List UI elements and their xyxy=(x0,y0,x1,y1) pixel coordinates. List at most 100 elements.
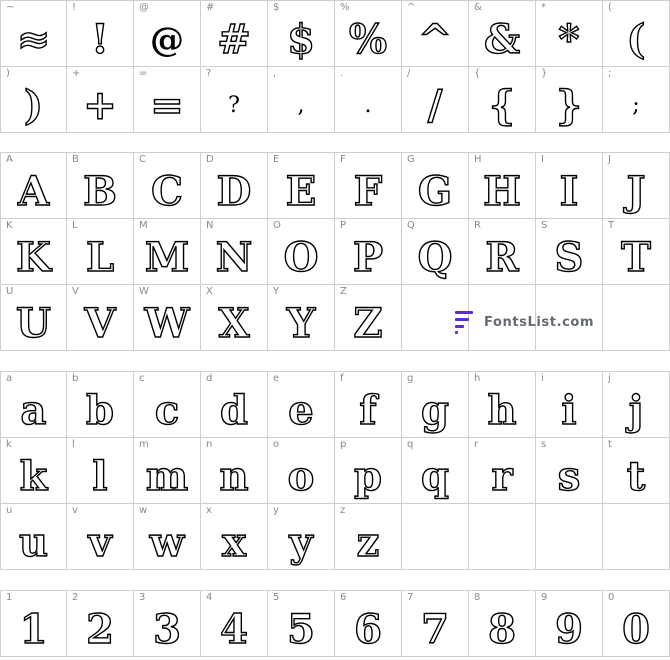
glyph-sample: A xyxy=(17,167,50,215)
glyph-cell: 88 xyxy=(469,591,536,657)
glyph-cell: = = xyxy=(134,67,201,133)
glyph-key-label: ( xyxy=(608,2,612,13)
glyph-key-label: ^ xyxy=(407,2,416,13)
glyph-sample: g xyxy=(420,386,449,434)
glyph-key-label: v xyxy=(72,505,78,516)
glyph-sample: * xyxy=(558,15,580,63)
glyph-key-label: = xyxy=(139,68,148,79)
glyph-sample: 2 xyxy=(85,605,114,653)
glyph-key-label: O xyxy=(273,220,281,231)
glyph-cell: 11 xyxy=(0,591,67,657)
glyph-cell: / / xyxy=(402,67,469,133)
glyph-key-label: k xyxy=(6,439,12,450)
glyph-key-label: ! xyxy=(72,2,77,13)
glyph-key-label: 6 xyxy=(340,592,347,603)
glyph-sample: W xyxy=(144,299,190,347)
glyph-cell: zz xyxy=(335,504,402,570)
glyph-cell: bb xyxy=(67,372,134,438)
glyph-cell: II xyxy=(536,153,603,219)
glyph-cell: }} xyxy=(536,67,603,133)
glyph-cell: YY xyxy=(268,285,335,351)
glyph-key-label: V xyxy=(72,286,79,297)
glyph-key-label: x xyxy=(206,505,212,516)
glyph-cell: nn xyxy=(201,438,268,504)
glyph-cell xyxy=(469,504,536,570)
glyph-cell: AA xyxy=(0,153,67,219)
glyph-cell: NN xyxy=(201,219,268,285)
glyph-cell: ss xyxy=(536,438,603,504)
glyph-sample: F xyxy=(353,167,383,215)
glyph-cell: ii xyxy=(536,372,603,438)
glyph-key-label: . xyxy=(340,68,344,79)
glyph-sample: P xyxy=(352,233,384,281)
glyph-cell: $ $ xyxy=(268,1,335,67)
glyph-sample: 6 xyxy=(353,605,382,653)
glyph-cell: JJ xyxy=(603,153,670,219)
glyph-sample: k xyxy=(19,452,48,500)
glyph-sample: 9 xyxy=(554,605,583,653)
glyph-key-label: I xyxy=(541,154,544,165)
glyph-sample: ( xyxy=(626,15,646,63)
glyph-sample: t xyxy=(626,452,646,500)
glyph-sample: 7 xyxy=(420,605,449,653)
glyph-sample: C xyxy=(150,167,183,215)
glyph-key-label: C xyxy=(139,154,146,165)
glyph-sample: j xyxy=(628,386,644,434)
glyph-key-label: ; xyxy=(608,68,612,79)
glyph-key-label: K xyxy=(6,220,13,231)
glyph-sample: ; xyxy=(632,92,640,118)
glyph-sample: y xyxy=(289,518,314,566)
glyph-sample: s xyxy=(557,452,581,500)
glyph-sample: o xyxy=(287,452,315,500)
glyph-key-label: d xyxy=(206,373,213,384)
glyph-sample: 3 xyxy=(152,605,181,653)
glyph-sample: = xyxy=(150,81,185,129)
glyph-key-label: g xyxy=(407,373,414,384)
glyph-cell: 22 xyxy=(67,591,134,657)
glyph-sample: a xyxy=(20,386,47,434)
glyph-sample: ? xyxy=(228,92,240,118)
glyph-cell: rr xyxy=(469,438,536,504)
glyph-sample: . xyxy=(364,92,372,118)
glyph-key-label: F xyxy=(340,154,346,165)
glyph-key-label: $ xyxy=(273,2,280,13)
glyph-cell: TT xyxy=(603,219,670,285)
glyph-sample: @ xyxy=(150,19,184,60)
glyph-cell: ,, xyxy=(268,67,335,133)
glyph-cell: qq xyxy=(402,438,469,504)
glyph-sample: f xyxy=(359,386,378,434)
glyph-key-label: 0 xyxy=(608,592,615,603)
glyph-key-label: 4 xyxy=(206,592,213,603)
glyph-cell: # # xyxy=(201,1,268,67)
glyph-cell: @ @ xyxy=(134,1,201,67)
glyph-key-label: 5 xyxy=(273,592,280,603)
glyph-sample: L xyxy=(85,233,115,281)
glyph-sample: G xyxy=(417,167,453,215)
watermark-text: FontsList.com xyxy=(484,314,595,330)
glyph-cell: cc xyxy=(134,372,201,438)
glyph-sample: w xyxy=(149,518,185,566)
glyph-key-label: u xyxy=(6,505,13,516)
glyph-sample: Z xyxy=(353,299,384,347)
glyph-key-label: ? xyxy=(206,68,212,79)
glyph-sample: b xyxy=(85,386,114,434)
glyph-cell: ZZ xyxy=(335,285,402,351)
glyph-sample: h xyxy=(487,386,517,434)
glyph-cell: * * xyxy=(536,1,603,67)
glyph-key-label: # xyxy=(206,2,215,13)
glyph-key-label: s xyxy=(541,439,547,450)
glyph-sample: N xyxy=(215,233,253,281)
glyph-sample: 8 xyxy=(487,605,516,653)
glyph-key-label: l xyxy=(72,439,75,450)
glyph-cell: UU xyxy=(0,285,67,351)
glyph-cell: LL xyxy=(67,219,134,285)
glyph-key-label: P xyxy=(340,220,347,231)
glyph-cell: + + xyxy=(67,67,134,133)
glyph-sample: / xyxy=(427,81,443,129)
glyph-cell: gg xyxy=(402,372,469,438)
glyph-key-label: o xyxy=(273,439,280,450)
glyph-sample: v xyxy=(88,518,113,566)
glyph-cell: yy xyxy=(268,504,335,570)
glyph-key-label: f xyxy=(340,373,344,384)
glyph-key-label: b xyxy=(72,373,79,384)
